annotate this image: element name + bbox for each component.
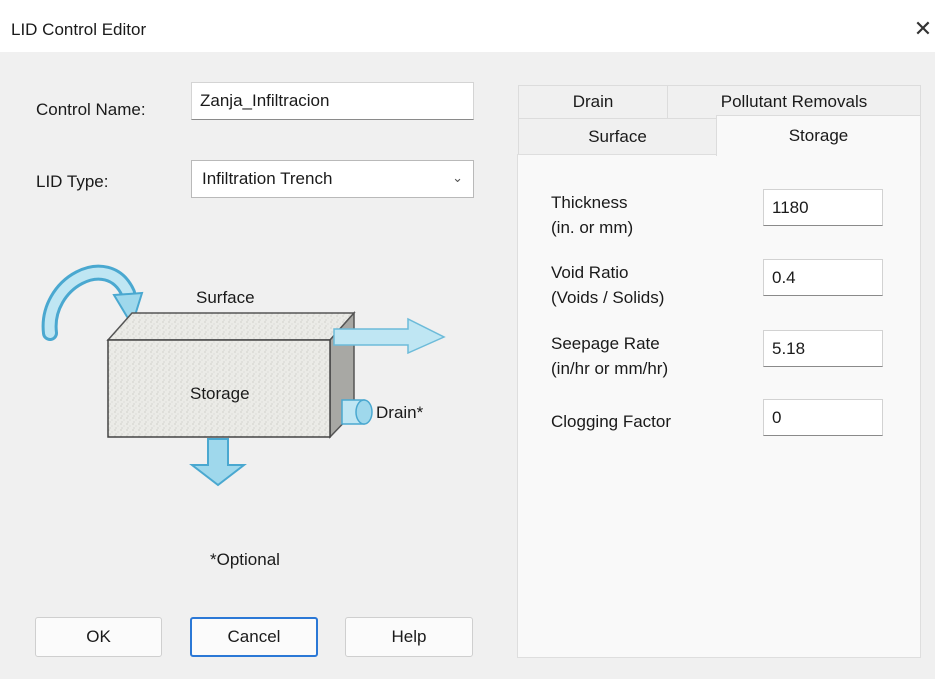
void-ratio-label-line1: Void Ratio xyxy=(551,263,629,282)
thickness-label-line1: Thickness xyxy=(551,193,628,212)
infiltration-arrow-icon xyxy=(189,438,247,487)
seepage-rate-input[interactable]: 5.18 xyxy=(763,330,883,367)
storage-label: Storage xyxy=(190,384,250,403)
tab-pollutant-removals[interactable]: Pollutant Removals xyxy=(667,85,921,119)
optional-note: *Optional xyxy=(210,550,280,569)
storage-box xyxy=(106,311,356,439)
thickness-label-line2: (in. or mm) xyxy=(551,218,634,237)
lid-type-select[interactable]: Infiltration Trench ⌄ xyxy=(191,160,474,198)
chevron-down-icon: ⌄ xyxy=(452,170,463,185)
void-ratio-label: Void Ratio (Voids / Solids) xyxy=(551,260,664,310)
lid-type-value: Infiltration Trench xyxy=(202,169,333,188)
lid-type-label: LID Type: xyxy=(36,172,109,191)
seepage-rate-label-line1: Seepage Rate xyxy=(551,334,660,353)
control-name-label: Control Name: xyxy=(36,100,146,119)
help-button[interactable]: Help xyxy=(345,617,473,657)
control-name-input[interactable]: Zanja_Infiltracion xyxy=(191,82,474,120)
cancel-button[interactable]: Cancel xyxy=(190,617,318,657)
void-ratio-label-line2: (Voids / Solids) xyxy=(551,288,665,307)
lid-diagram: Surface Storage Drain* xyxy=(41,264,446,487)
drain-label: Drain* xyxy=(376,403,424,422)
drain-pipe-icon xyxy=(341,399,373,425)
close-icon[interactable]: ✕ xyxy=(910,14,935,44)
surface-label: Surface xyxy=(196,288,255,307)
thickness-label: Thickness (in. or mm) xyxy=(551,190,633,240)
seepage-rate-label: Seepage Rate (in/hr or mm/hr) xyxy=(551,331,668,381)
window-title: LID Control Editor xyxy=(11,20,147,39)
clogging-factor-label: Clogging Factor xyxy=(551,412,672,431)
seepage-rate-label-line2: (in/hr or mm/hr) xyxy=(551,359,669,378)
title-bar: LID Control Editor ✕ xyxy=(0,0,935,52)
void-ratio-input[interactable]: 0.4 xyxy=(763,259,883,296)
tab-surface[interactable]: Surface xyxy=(518,118,717,155)
tab-drain[interactable]: Drain xyxy=(518,85,668,119)
tab-storage[interactable]: Storage xyxy=(716,115,921,156)
thickness-input[interactable]: 1180 xyxy=(763,189,883,226)
ok-button[interactable]: OK xyxy=(35,617,162,657)
clogging-factor-input[interactable]: 0 xyxy=(763,399,883,436)
